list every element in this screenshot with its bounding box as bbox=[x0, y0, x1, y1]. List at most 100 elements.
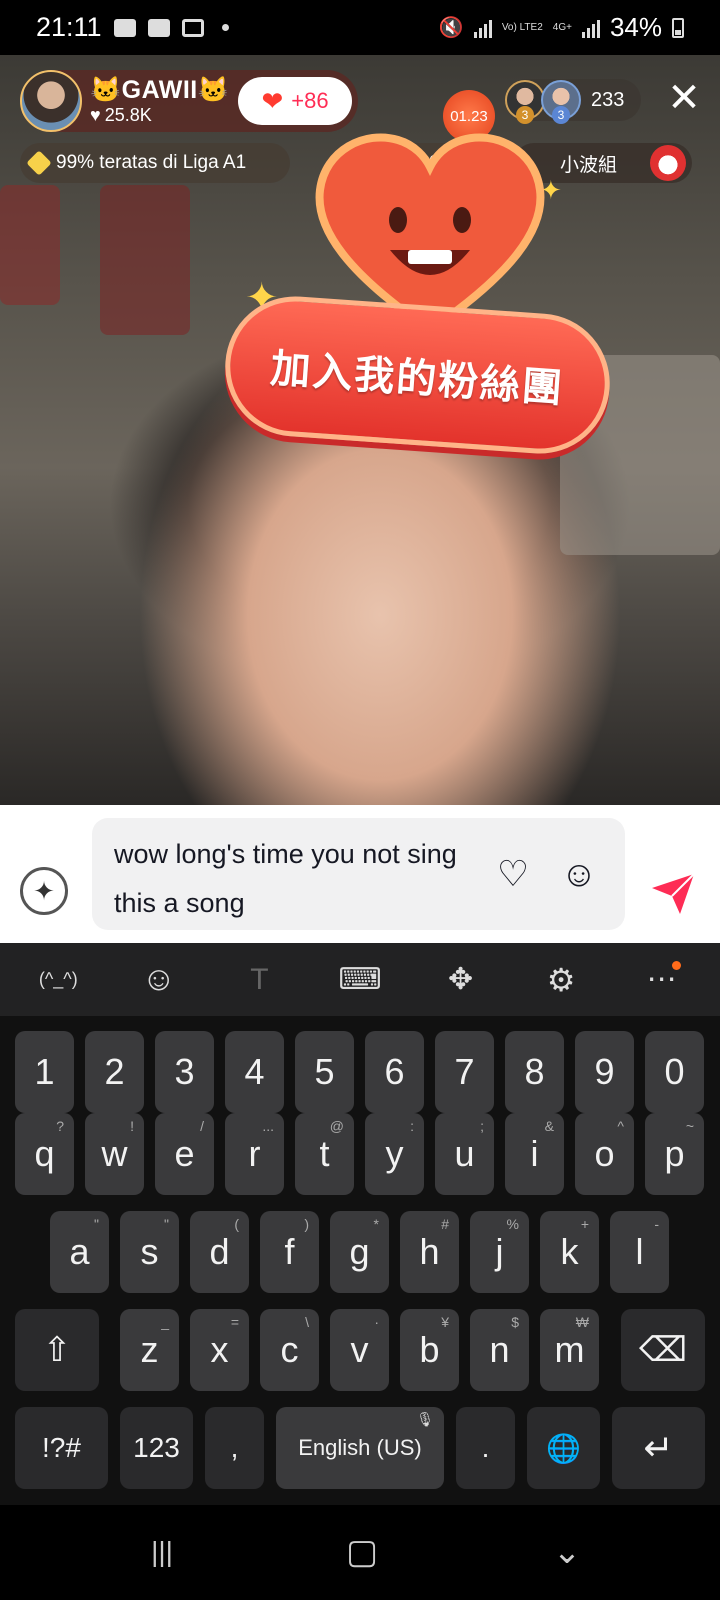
lte-label: Vo) LTE2 bbox=[501, 21, 543, 33]
back-button[interactable]: ⌄ bbox=[545, 1532, 589, 1572]
recents-button[interactable]: ||| bbox=[140, 1532, 184, 1572]
settings-icon[interactable]: ⚙ bbox=[536, 955, 586, 1005]
emoji-icon[interactable]: ☺ bbox=[558, 853, 600, 895]
handwriting-icon[interactable]: T bbox=[234, 955, 284, 1005]
number-row: 1 2 3 4 5 6 7 8 9 0 bbox=[0, 1031, 720, 1113]
host-likes-count: 25.8K bbox=[104, 105, 152, 125]
key-2[interactable]: 2 bbox=[85, 1031, 144, 1113]
key-5[interactable]: 5 bbox=[295, 1031, 354, 1113]
key-f[interactable]: f) bbox=[260, 1211, 319, 1293]
move-icon[interactable]: ✥ bbox=[436, 955, 486, 1005]
key-3[interactable]: 3 bbox=[155, 1031, 214, 1113]
key-8[interactable]: 8 bbox=[505, 1031, 564, 1113]
key-r[interactable]: r... bbox=[225, 1113, 284, 1195]
symbols-key[interactable]: !?# bbox=[15, 1407, 108, 1489]
heart-icon: ♥ bbox=[90, 105, 101, 125]
signal-icon bbox=[473, 18, 492, 38]
video-icon bbox=[113, 18, 136, 37]
network-label: 4G+ bbox=[552, 21, 572, 33]
keyboard: (^_^) ☺ T ⌨ ✥ ⚙ ⋯ 1 2 3 4 5 6 7 8 9 0 q?… bbox=[0, 943, 720, 1505]
key-n[interactable]: n $ bbox=[470, 1309, 529, 1391]
ai-sparkle-icon[interactable]: ✦ bbox=[20, 867, 68, 915]
enter-key[interactable]: ↵ bbox=[612, 1407, 705, 1489]
key-l[interactable]: l- bbox=[610, 1211, 669, 1293]
diamond-icon bbox=[26, 150, 52, 176]
key-u[interactable]: u; bbox=[435, 1113, 494, 1195]
letter-row-3: ⇧ z _ x = c \ v · b ¥ n $ m ₩ ⌫ bbox=[0, 1309, 720, 1391]
host-name: 🐱GAWII🐱 bbox=[90, 76, 230, 104]
key-g[interactable]: g * bbox=[330, 1211, 389, 1293]
key-z[interactable]: z _ bbox=[120, 1309, 179, 1391]
key-w[interactable]: w! bbox=[85, 1113, 144, 1195]
heart-icon: ❤ bbox=[261, 86, 284, 116]
key-6[interactable]: 6 bbox=[365, 1031, 424, 1113]
key-t[interactable]: t @ bbox=[295, 1113, 354, 1195]
background-shape bbox=[0, 185, 60, 305]
period-key[interactable]: . bbox=[456, 1407, 515, 1489]
host-avatar[interactable] bbox=[20, 70, 82, 132]
video-icon bbox=[147, 18, 170, 37]
key-i[interactable]: i & bbox=[505, 1113, 564, 1195]
space-key[interactable]: English (US) 🎙 bbox=[276, 1407, 444, 1489]
key-h[interactable]: h # bbox=[400, 1211, 459, 1293]
sticker-text: 加入我的粉絲團 bbox=[269, 346, 566, 412]
key-v[interactable]: v · bbox=[330, 1309, 389, 1391]
key-p[interactable]: p ~ bbox=[645, 1113, 704, 1195]
key-9[interactable]: 9 bbox=[575, 1031, 634, 1113]
key-e[interactable]: e / bbox=[155, 1113, 214, 1195]
key-d[interactable]: d( bbox=[190, 1211, 249, 1293]
letter-row-1: q? w! e / r... t @ y: u; i & o ^ p ~ bbox=[0, 1113, 720, 1195]
battery-icon bbox=[672, 17, 684, 38]
home-button[interactable]: ▢ bbox=[340, 1532, 384, 1572]
viewer-count: 233 bbox=[591, 88, 625, 111]
battery-percent: 34% bbox=[609, 12, 662, 42]
notification-dot bbox=[671, 960, 681, 970]
emoji-icon[interactable]: ☺ bbox=[134, 955, 184, 1005]
live-video[interactable]: 🐱GAWII🐱 ♥ 25.8K ❤ +86 01.23 3 3 233 ✕ 99… bbox=[0, 55, 720, 805]
key-7[interactable]: 7 bbox=[435, 1031, 494, 1113]
key-y[interactable]: y: bbox=[365, 1113, 424, 1195]
key-1[interactable]: 1 bbox=[15, 1031, 74, 1113]
mic-icon: 🎙 bbox=[416, 1411, 434, 1427]
sticker-banner[interactable]: 加入我的粉絲團 bbox=[220, 291, 615, 459]
shift-key[interactable]: ⇧ bbox=[15, 1309, 99, 1391]
host-info: 🐱GAWII🐱 ♥ 25.8K bbox=[90, 76, 229, 126]
key-o[interactable]: o ^ bbox=[575, 1113, 634, 1195]
comment-input[interactable]: wow long's time you not sing this a song… bbox=[92, 818, 625, 930]
key-x[interactable]: x = bbox=[190, 1309, 249, 1391]
more-icon[interactable]: ⋯ bbox=[637, 955, 687, 1005]
key-m[interactable]: m ₩ bbox=[540, 1309, 599, 1391]
numbers-key[interactable]: 123 bbox=[120, 1407, 193, 1489]
key-4[interactable]: 4 bbox=[225, 1031, 284, 1113]
key-s[interactable]: s " bbox=[120, 1211, 179, 1293]
key-q[interactable]: q? bbox=[15, 1113, 74, 1195]
background-shape bbox=[100, 185, 190, 335]
key-0[interactable]: 0 bbox=[645, 1031, 704, 1113]
dot-icon bbox=[221, 24, 229, 31]
key-k[interactable]: k + bbox=[540, 1211, 599, 1293]
fan-club-sticker[interactable]: ✦ ✦ 加入我的粉絲團 bbox=[220, 115, 615, 495]
close-button[interactable]: ✕ bbox=[664, 78, 704, 118]
globe-icon[interactable]: 🌐 bbox=[527, 1407, 600, 1489]
status-right: 🔇 Vo) LTE2 4G+ 34% bbox=[439, 12, 684, 43]
app-icon bbox=[181, 18, 204, 37]
backspace-key[interactable]: ⌫ bbox=[621, 1309, 705, 1391]
send-icon[interactable] bbox=[650, 870, 696, 916]
key-j[interactable]: j% bbox=[470, 1211, 529, 1293]
keyboard-icon[interactable]: ⌨ bbox=[335, 955, 385, 1005]
comment-text[interactable]: wow long's time you not sing this a song bbox=[114, 830, 484, 928]
key-a[interactable]: a " bbox=[50, 1211, 109, 1293]
viewer-avatar[interactable]: 3 bbox=[505, 80, 545, 124]
heart-outline-icon[interactable]: ♡ bbox=[492, 853, 534, 895]
kaomoji-button[interactable]: (^_^) bbox=[33, 955, 83, 1005]
league-text: 99% teratas di Liga A1 bbox=[56, 152, 247, 173]
bottom-row: !?# 123 , English (US) 🎙 . 🌐 ↵ bbox=[0, 1407, 720, 1489]
key-b[interactable]: b ¥ bbox=[400, 1309, 459, 1391]
status-left: 21:11 bbox=[36, 12, 229, 43]
comma-key[interactable]: , bbox=[205, 1407, 264, 1489]
group-avatar bbox=[650, 145, 686, 181]
comment-composer: ✦ wow long's time you not sing this a so… bbox=[0, 805, 720, 943]
key-c[interactable]: c \ bbox=[260, 1309, 319, 1391]
letter-row-2: a " s " d( f) g * h # j% k + l- bbox=[0, 1211, 720, 1293]
viewer-avatar[interactable]: 3 bbox=[541, 80, 581, 124]
